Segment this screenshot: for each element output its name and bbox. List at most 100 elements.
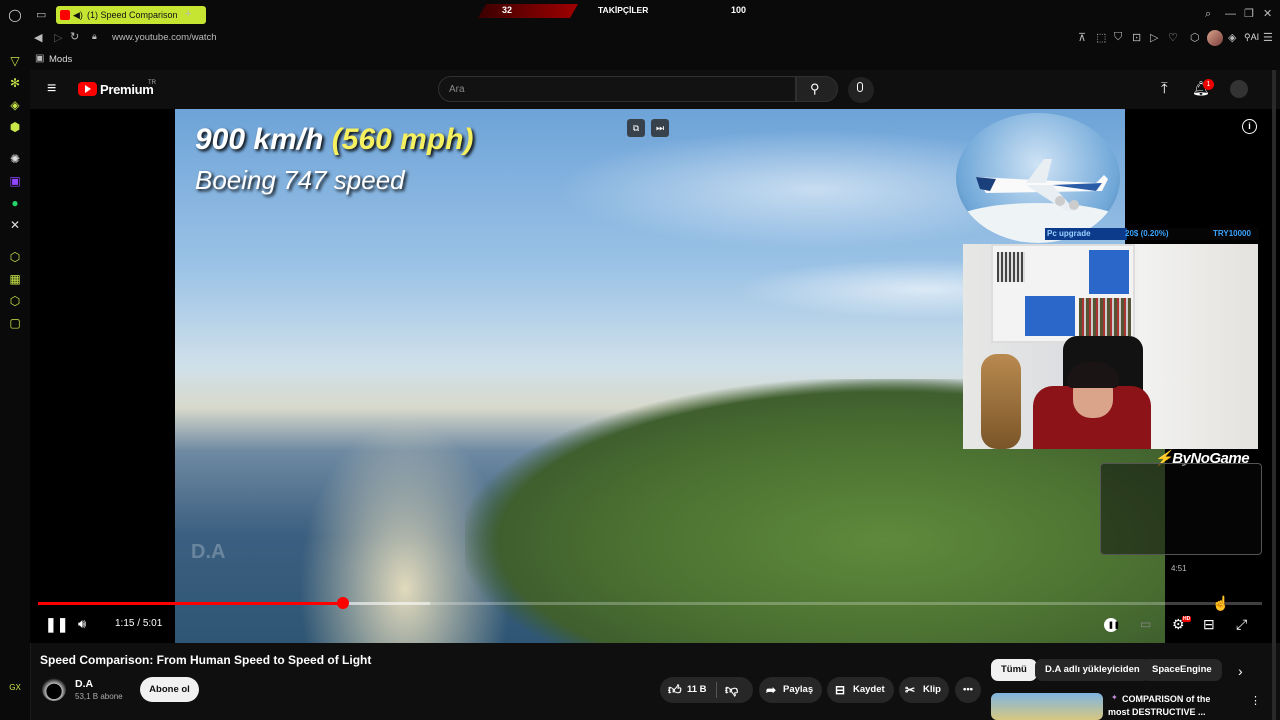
- heart-icon[interactable]: ♡: [1168, 31, 1178, 44]
- tab-active[interactable]: ◀) (1) Speed Comparison: [56, 6, 206, 24]
- clip-button[interactable]: ✂ Klip: [899, 677, 949, 703]
- vpn-icon[interactable]: ◈: [1228, 31, 1236, 44]
- webcam-guitar: [981, 354, 1021, 449]
- reload-icon[interactable]: ↻: [70, 30, 79, 43]
- speed-overlay-text: 900 km/h (560 mph): [195, 123, 473, 157]
- settings-sidebar-icon[interactable]: ▢: [8, 316, 22, 330]
- webcam-shelf-blue: [1089, 250, 1129, 294]
- dislike-icon[interactable]: 👎︎: [725, 677, 738, 703]
- follower-progress-fill: [478, 4, 578, 18]
- gx-hub-icon[interactable]: ◈: [8, 98, 22, 112]
- recommendation-title-line1[interactable]: COMPARISON of the: [1108, 694, 1210, 704]
- skip-next-icon[interactable]: ⏭︎: [651, 119, 669, 137]
- pin-icon[interactable]: ⊼: [1078, 31, 1086, 44]
- progress-played: [38, 602, 343, 605]
- video-player[interactable]: 900 km/h (560 mph) Boeing 747 speed D.A …: [30, 109, 1280, 643]
- subscriber-count: 53,1 B abone: [75, 692, 123, 701]
- time-display: 1:15 / 5:01: [115, 618, 162, 629]
- ai-sparkle-icon: ⚲: [1244, 32, 1251, 42]
- chatgpt-icon[interactable]: ✺: [8, 152, 22, 166]
- clip-label: Klip: [923, 684, 941, 695]
- account-avatar[interactable]: [1230, 80, 1248, 98]
- hd-badge: HD: [1182, 616, 1192, 622]
- plane-image: [956, 113, 1120, 243]
- save-button[interactable]: ⊟ Kaydet: [827, 677, 894, 703]
- adblock-icon[interactable]: ⛉: [1114, 31, 1122, 44]
- more-horizontal-icon: •••: [963, 684, 973, 695]
- current-time: 1:15: [115, 618, 135, 629]
- cursor-hand-icon: ☝: [1212, 595, 1230, 611]
- like-divider: [716, 682, 717, 698]
- more-actions-button[interactable]: •••: [955, 677, 981, 703]
- chip-uploader[interactable]: D.A adlı yükleyiciden: [1035, 659, 1150, 681]
- channel-name[interactable]: D.A: [75, 678, 93, 690]
- search-input[interactable]: Ara: [438, 76, 796, 102]
- volume-icon[interactable]: 🔊︎: [78, 616, 86, 632]
- progress-scrubber[interactable]: [336, 597, 349, 609]
- lock-icon: 🔒︎: [92, 31, 97, 41]
- gx-control-icon[interactable]: ✻: [8, 76, 22, 90]
- webcam-shelf: [991, 244, 1135, 343]
- player-icon[interactable]: ⬡: [8, 250, 22, 264]
- chips-next-icon[interactable]: ›: [1238, 663, 1243, 679]
- opera-logo-icon[interactable]: ◯: [8, 8, 22, 22]
- x-icon[interactable]: ✕: [8, 218, 22, 232]
- menu-icon[interactable]: ≡: [47, 80, 56, 98]
- recommendation-title-line2[interactable]: most DESTRUCTIVE ...: [1108, 707, 1206, 717]
- maximize-icon[interactable]: ❐: [1244, 7, 1254, 20]
- like-icon[interactable]: 👍︎: [668, 677, 682, 703]
- bookmark-mods[interactable]: Mods: [49, 54, 72, 65]
- easy-setup-icon[interactable]: ☰: [1263, 31, 1273, 44]
- notification-badge: 1: [1203, 79, 1214, 90]
- whatsapp-icon[interactable]: ●: [8, 196, 22, 210]
- twitch-icon[interactable]: ▣: [8, 174, 22, 188]
- history-icon[interactable]: ▦: [8, 272, 22, 286]
- theater-mode-icon[interactable]: ⊟: [1203, 616, 1215, 633]
- recommendation-menu-icon[interactable]: ⋮: [1250, 694, 1261, 707]
- like-dislike-group: 👍︎ 11 B 👎︎: [660, 677, 753, 703]
- voice-search-button[interactable]: [848, 77, 874, 103]
- url-field[interactable]: www.youtube.com/watch: [112, 32, 217, 43]
- follower-goal: 100: [731, 5, 747, 15]
- play-icon[interactable]: ▷: [1150, 31, 1158, 44]
- chip-all[interactable]: Tümü: [991, 659, 1037, 681]
- gx-cleaner-icon[interactable]: ⬢: [8, 120, 22, 134]
- chip-spaceengine[interactable]: SpaceEngine: [1142, 659, 1222, 681]
- webcam-books: [1079, 298, 1131, 336]
- upload-icon[interactable]: ⤒: [1161, 80, 1168, 97]
- extensions-icon[interactable]: ⬡: [8, 294, 22, 308]
- search-tabs-icon[interactable]: ⌕: [1205, 8, 1211, 21]
- back-icon[interactable]: ◀: [34, 31, 42, 44]
- channel-avatar[interactable]: [42, 677, 66, 701]
- new-tab-icon[interactable]: +: [185, 8, 191, 20]
- info-icon[interactable]: i: [1242, 119, 1257, 134]
- miniplayer-icon[interactable]: ⧉: [627, 119, 645, 137]
- profile-avatar[interactable]: [1207, 30, 1223, 46]
- snapshot-icon[interactable]: ⬚: [1096, 31, 1106, 44]
- recommendation-thumbnail[interactable]: [991, 693, 1103, 720]
- screenshot-icon[interactable]: ⊡: [1132, 31, 1141, 44]
- like-count[interactable]: 11 B: [687, 677, 707, 703]
- pause-icon[interactable]: ❚❚: [45, 616, 68, 633]
- webcam-books: [997, 252, 1025, 282]
- chat-preview-box: [1100, 463, 1262, 555]
- cube-icon[interactable]: ⬡: [1190, 31, 1200, 44]
- close-icon[interactable]: ✕: [1263, 7, 1272, 20]
- workspace-icon[interactable]: ▭: [36, 8, 46, 21]
- share-label: Paylaş: [783, 684, 814, 695]
- subscribe-button[interactable]: Abone ol: [140, 677, 199, 702]
- ai-button[interactable]: ⚲AI: [1244, 32, 1259, 43]
- gx-corner-icon[interactable]: ▽: [8, 54, 22, 68]
- fullscreen-icon[interactable]: ⤢: [1236, 616, 1247, 633]
- share-button[interactable]: ➦ Paylaş: [759, 677, 822, 703]
- subtitles-icon[interactable]: ▭: [1140, 617, 1151, 631]
- page-scrollbar[interactable]: [1272, 70, 1276, 720]
- search-button[interactable]: ⚲: [796, 76, 838, 102]
- minimize-icon[interactable]: —: [1225, 8, 1236, 20]
- forward-icon[interactable]: ▷: [54, 31, 62, 44]
- autoplay-toggle[interactable]: ❚❚: [1104, 618, 1120, 632]
- video-watermark: D.A: [191, 541, 226, 563]
- premium-logo-text[interactable]: Premium: [100, 82, 154, 97]
- audio-playing-icon[interactable]: ◀): [73, 6, 83, 24]
- youtube-logo-icon[interactable]: [78, 82, 97, 96]
